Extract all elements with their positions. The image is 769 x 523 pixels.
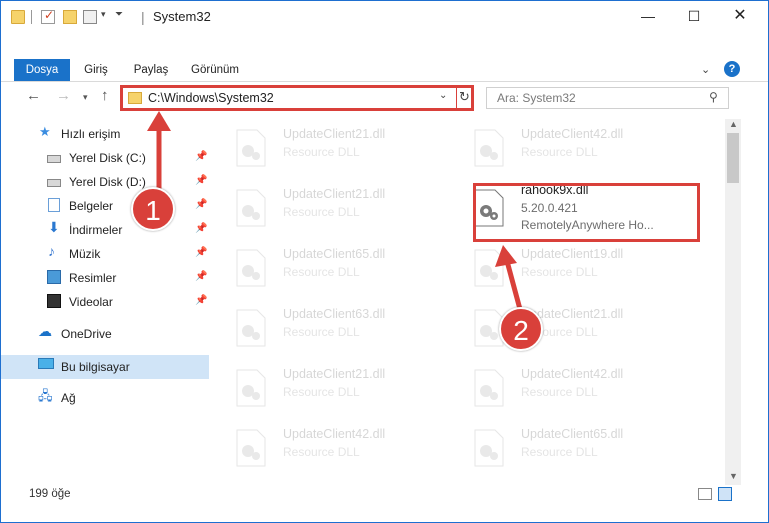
step-1-badge: 1 [131,187,175,231]
arrow-2-head [495,245,517,267]
step-2-badge: 2 [499,307,543,351]
annotation-arrows [147,111,524,314]
arrow-1-head [147,111,171,131]
explorer-window: ▾ ⏷ | System32 — ☐ ✕ Dosya Giriş Paylaş … [0,0,769,523]
arrow-2-line [504,260,524,314]
